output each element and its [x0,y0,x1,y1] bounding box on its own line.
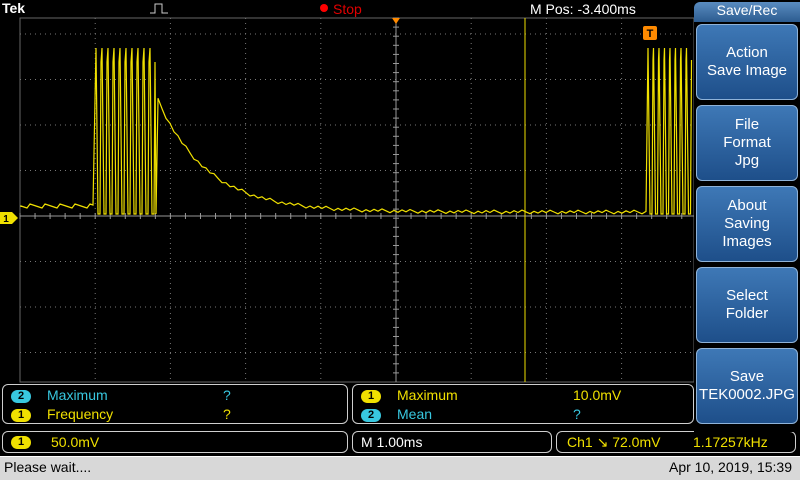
status-message: Please wait.... [4,459,92,475]
message-bar: Please wait.... Apr 10, 2019, 15:39 [0,456,800,480]
measurement-value: 10.0mV [573,387,622,403]
timebase-value: M 1.00ms [361,434,423,450]
ch1-ground-label: 1 [3,214,9,224]
measurement-name: Maximum [47,387,108,403]
ch2-badge: 2 [361,409,381,422]
button-line: About [727,197,767,214]
measurement-value: ? [573,406,581,422]
measurement-row: 2 Mean ? [361,406,581,424]
button-line: Images [722,233,772,250]
graticule-grid [19,17,694,383]
ch1-badge: 1 [11,436,31,449]
ch1-ground-marker[interactable]: 1 [0,211,18,225]
ch2-badge: 2 [11,390,31,403]
about-saving-images-button[interactable]: About Saving Images [696,186,798,262]
button-line: Action [726,44,768,61]
measurement-name: Frequency [47,406,114,422]
button-line: Select [726,287,768,304]
button-line: Format [723,134,771,151]
button-line: Save [729,368,765,385]
menu-title: Save/Rec [694,2,800,22]
trigger-marker-t: T [643,26,657,40]
button-line: Save Image [706,62,788,79]
button-line: Folder [725,305,769,322]
waveform-display: T [19,17,694,383]
ch1-waveform [20,47,693,215]
button-line: TEK0002.JPG [699,386,795,403]
measurement-name: Mean [397,406,433,422]
measurement-name: Maximum [397,387,458,403]
measurement-row: 2 Maximum ? [11,387,231,405]
save-file-button[interactable]: Save TEK0002.JPG [696,348,798,424]
trigger-frequency: 1.17257kHz [693,434,768,450]
button-line: File [734,116,760,133]
file-format-button[interactable]: File Format Jpg [696,105,798,181]
button-line: Saving [724,215,770,232]
date-time: Apr 10, 2019, 15:39 [669,459,792,475]
measurement-row: 1 Maximum 10.0mV [361,387,621,405]
measurement-row: 1 Frequency ? [11,406,231,424]
action-save-image-button[interactable]: Action Save Image [696,24,798,100]
button-line: Jpg [734,152,760,169]
select-folder-button[interactable]: Select Folder [696,267,798,343]
trigger-marker-label: T [647,28,654,40]
measurement-panel-left[interactable]: 2 Maximum ? 1 Frequency ? [2,384,348,424]
measurement-value: ? [223,387,231,403]
ch1-scale-readout[interactable]: 1 50.0mV [2,431,348,453]
side-menu: Save/Rec Action Save Image File Format J… [694,0,800,432]
ch1-badge: 1 [11,409,31,422]
ch1-scale-value: 50.0mV [51,434,100,450]
measurement-panel-right[interactable]: 1 Maximum 10.0mV 2 Mean ? [352,384,694,424]
ch1-badge: 1 [361,390,381,403]
trigger-readout[interactable]: Ch1 ↘ 72.0mV 1.17257kHz [556,431,796,453]
trigger-level: Ch1 ↘ 72.0mV [567,434,661,450]
trigger-position-marker [392,18,400,24]
timebase-readout[interactable]: M 1.00ms [352,431,552,453]
measurement-value: ? [223,406,231,422]
